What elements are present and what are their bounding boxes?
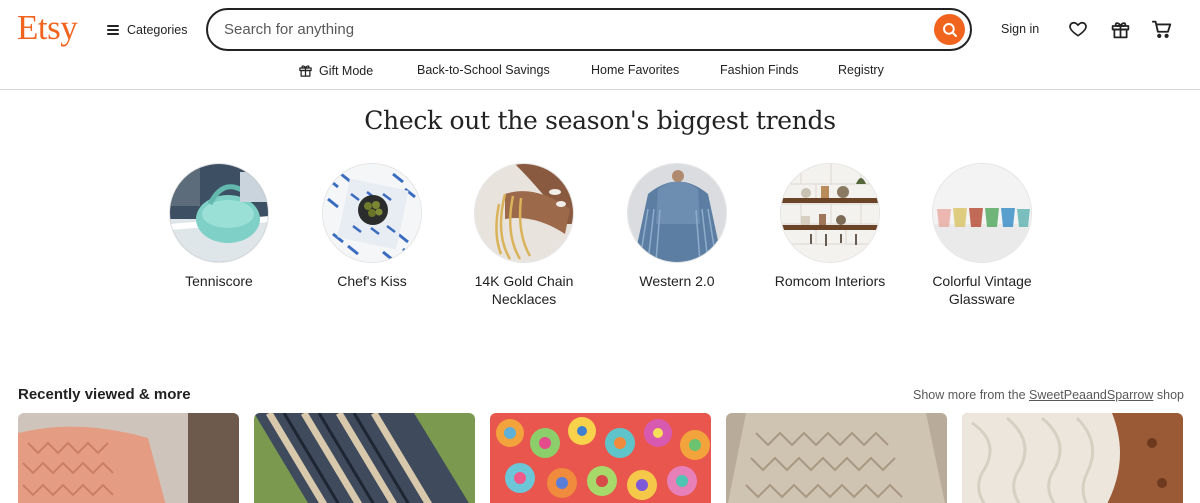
subnav-gift-mode[interactable]: Gift Mode <box>298 63 373 78</box>
subnav-fashion-finds[interactable]: Fashion Finds <box>720 63 799 77</box>
gift-button[interactable] <box>1109 18 1131 40</box>
trend-image <box>474 163 574 263</box>
subnav-label: Back-to-School Savings <box>417 63 550 77</box>
trend-image <box>780 163 880 263</box>
search-input[interactable] <box>224 21 904 38</box>
listing-image <box>18 413 239 503</box>
categories-button[interactable]: Categories <box>107 20 187 40</box>
gift-icon <box>1111 21 1129 38</box>
menu-icon <box>107 25 119 35</box>
heart-icon <box>1069 21 1087 37</box>
trends-heading: Check out the season's biggest trends <box>364 106 836 135</box>
trend-label: Colorful Vintage Glassware <box>932 273 1032 307</box>
subnav-home-favorites[interactable]: Home Favorites <box>591 63 679 77</box>
shop-link[interactable]: SweetPeaandSparrow <box>1029 388 1153 402</box>
trend-western-2[interactable]: Western 2.0 <box>617 163 737 291</box>
show-more-prefix: Show more from the <box>913 388 1030 402</box>
subnav-label: Registry <box>838 63 884 77</box>
header-divider <box>0 89 1200 90</box>
trend-label: Western 2.0 <box>639 273 715 289</box>
subnav-label: Gift Mode <box>319 63 374 78</box>
listing-card[interactable] <box>18 413 239 503</box>
listing-image <box>962 413 1183 503</box>
trend-label: 14K Gold Chain Necklaces <box>474 273 574 307</box>
trend-label: Tenniscore <box>185 273 253 289</box>
subnav-registry[interactable]: Registry <box>838 63 884 77</box>
cart-icon <box>1151 20 1172 38</box>
categories-label: Categories <box>127 23 188 37</box>
trend-gold-chain-necklaces[interactable]: 14K Gold Chain Necklaces <box>464 163 584 308</box>
trend-romcom-interiors[interactable]: Romcom Interiors <box>770 163 890 291</box>
favorites-button[interactable] <box>1067 18 1089 40</box>
trend-label: Chef's Kiss <box>337 273 407 289</box>
listing-image <box>726 413 947 503</box>
gift-icon <box>299 65 312 77</box>
cart-button[interactable] <box>1151 18 1173 40</box>
listing-image <box>254 413 475 503</box>
listing-card[interactable] <box>962 413 1183 503</box>
listing-card[interactable] <box>726 413 947 503</box>
trend-tenniscore[interactable]: Tenniscore <box>159 163 279 291</box>
subnav-back-to-school[interactable]: Back-to-School Savings <box>417 63 550 77</box>
search-button[interactable] <box>934 14 965 45</box>
trend-label: Romcom Interiors <box>774 273 886 289</box>
sub-navigation: Gift Mode Back-to-School Savings Home Fa… <box>0 60 1200 80</box>
show-more-suffix: shop <box>1153 388 1184 402</box>
sign-in-link[interactable]: Sign in <box>1001 22 1039 36</box>
etsy-logo[interactable]: Etsy <box>17 8 78 48</box>
subnav-label: Home Favorites <box>591 63 680 77</box>
trend-image <box>169 163 269 263</box>
trend-image <box>627 163 727 263</box>
show-more-text: Show more from the SweetPeaandSparrow sh… <box>913 388 1184 402</box>
recently-viewed-heading: Recently viewed & more <box>18 386 191 403</box>
trend-image <box>322 163 422 263</box>
subnav-label: Fashion Finds <box>720 63 799 77</box>
listing-card[interactable] <box>254 413 475 503</box>
listing-image <box>490 413 711 503</box>
trend-image <box>932 163 1032 263</box>
listing-card[interactable] <box>490 413 711 503</box>
search-icon <box>942 22 957 37</box>
trend-colorful-vintage-glassware[interactable]: Colorful Vintage Glassware <box>922 163 1042 308</box>
trend-chefs-kiss[interactable]: Chef's Kiss <box>312 163 432 291</box>
search-bar <box>206 8 972 51</box>
